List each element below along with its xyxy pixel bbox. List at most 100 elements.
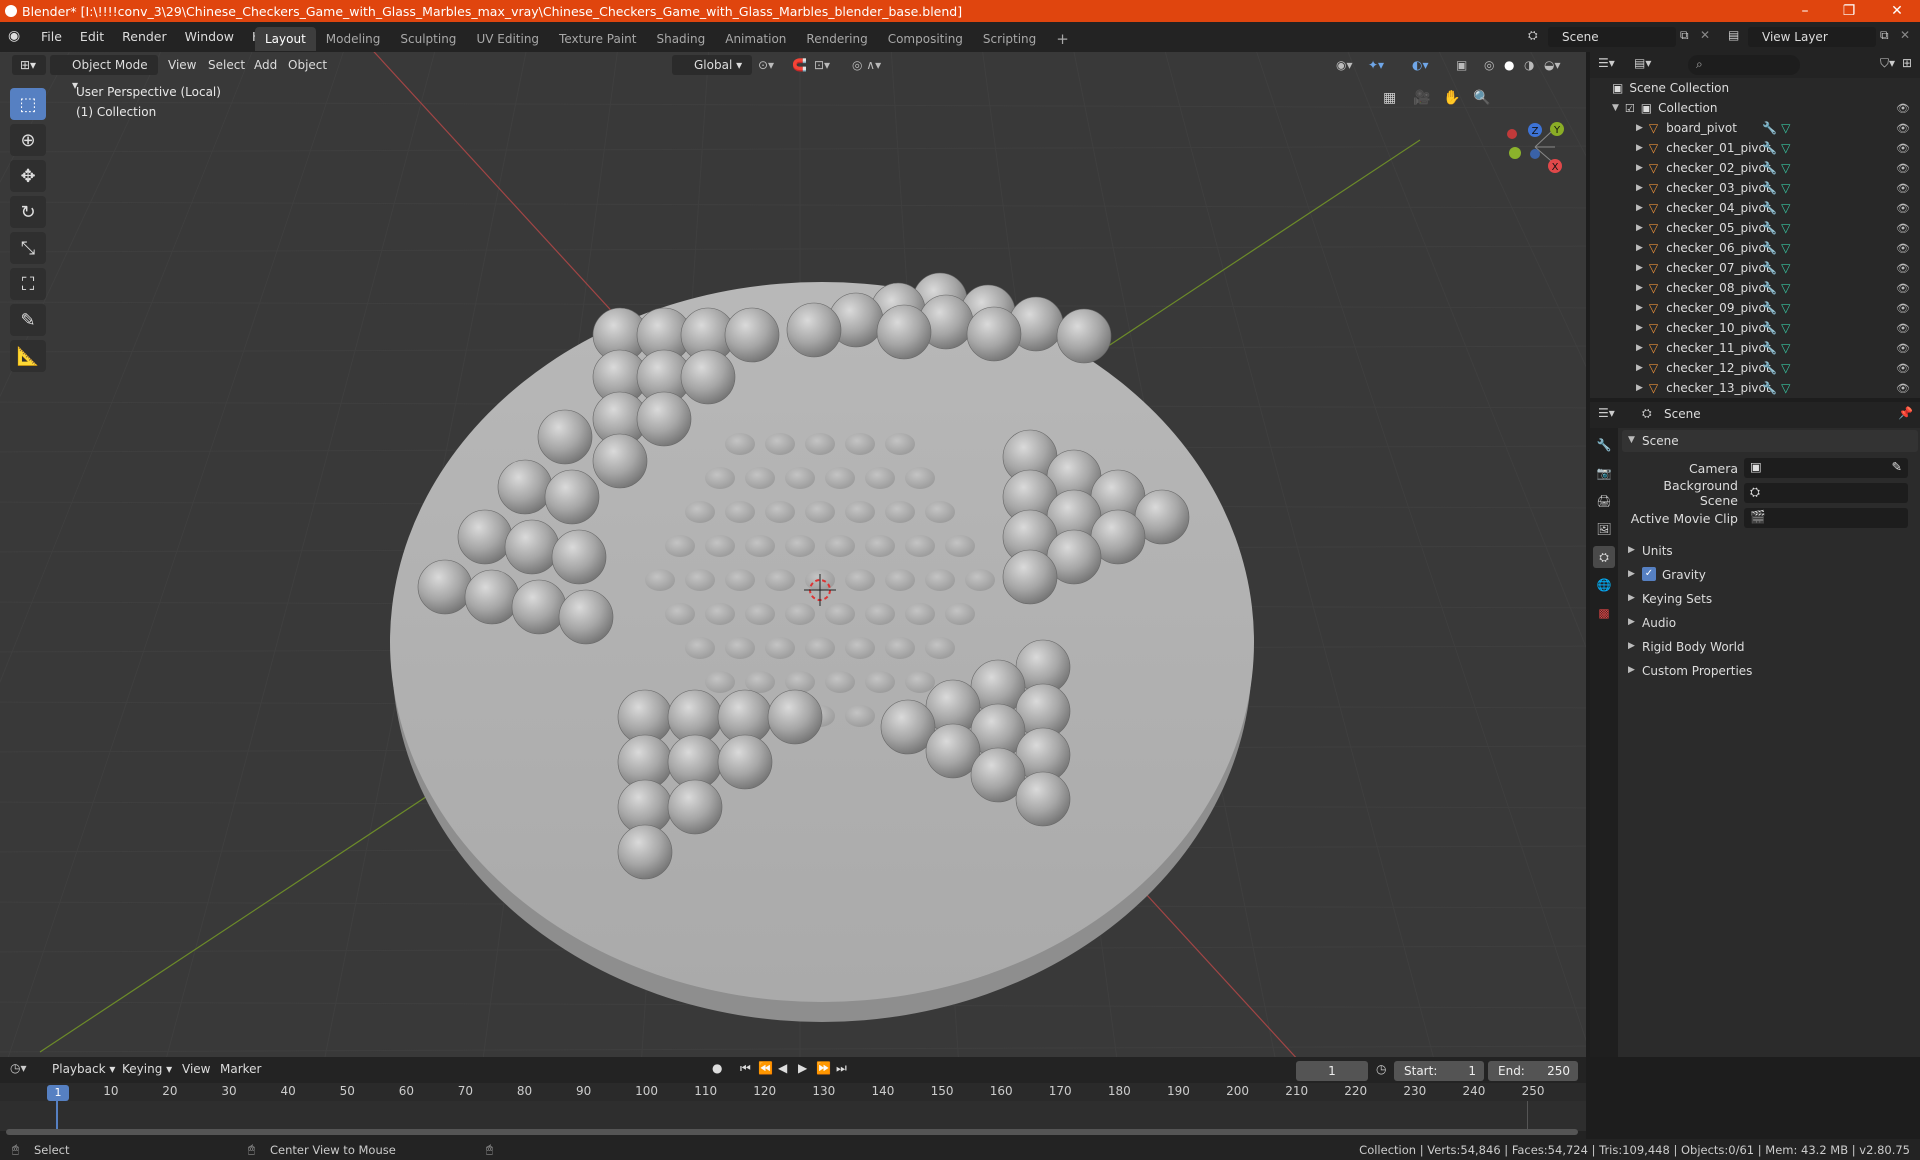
menu-edit[interactable]: Edit	[71, 26, 113, 48]
tab-layout[interactable]: Layout	[255, 27, 316, 51]
pin-icon[interactable]: 📌	[1898, 406, 1913, 420]
wireframe-shading-icon[interactable]: ◎	[1484, 55, 1494, 75]
expand-icon[interactable]: ▶	[1636, 143, 1643, 153]
modifier-icon[interactable]: 🔧	[1762, 201, 1777, 215]
blender-menu-icon[interactable]: ◉	[8, 28, 26, 46]
filter-icon[interactable]: ⛉▾	[1880, 56, 1895, 71]
marble[interactable]	[504, 519, 560, 575]
properties-editor-type-icon[interactable]: ☰▾	[1598, 406, 1615, 420]
measure-icon[interactable]: 📐	[10, 340, 46, 372]
view-layer-tab-icon[interactable]: 🖼	[1593, 518, 1615, 540]
expand-icon[interactable]: ▶	[1636, 223, 1643, 233]
section-keying-sets[interactable]: ▶ Keying Sets	[1622, 588, 1918, 610]
outliner-object-row[interactable]: ▶ ▽ checker_04_pivot 🔧 ▽ 👁	[1590, 198, 1920, 218]
cursor-icon[interactable]: ⊕	[10, 124, 46, 156]
marble[interactable]	[876, 304, 932, 360]
toggle-grid-icon[interactable]: ▦	[1383, 90, 1396, 106]
move-icon[interactable]: ✥	[10, 160, 46, 192]
eye-icon[interactable]: 👁	[1896, 102, 1910, 115]
menu-keying[interactable]: Keying ▾	[122, 1062, 172, 1076]
outliner-object-row[interactable]: ▶ ▽ checker_01_pivot 🔧 ▽ 👁	[1590, 138, 1920, 158]
expand-icon[interactable]: ▶	[1636, 363, 1643, 373]
keyframe-area[interactable]	[0, 1101, 1586, 1131]
mesh-data-icon[interactable]: ▽	[1781, 341, 1790, 355]
delete-view-layer-icon[interactable]: ✕	[1900, 28, 1910, 42]
marble[interactable]	[464, 569, 520, 625]
play-icon[interactable]: ▶	[798, 1061, 807, 1075]
marble[interactable]	[966, 306, 1022, 362]
mesh-data-icon[interactable]: ▽	[1781, 221, 1790, 235]
marble[interactable]	[724, 307, 780, 363]
modifier-icon[interactable]: 🔧	[1762, 361, 1777, 375]
mesh-data-icon[interactable]: ▽	[1781, 181, 1790, 195]
modifier-icon[interactable]: 🔧	[1762, 301, 1777, 315]
tab-compositing[interactable]: Compositing	[878, 27, 973, 51]
menu-select[interactable]: Select	[208, 55, 245, 75]
snap-target-icon[interactable]: ⊡▾	[814, 55, 830, 75]
mesh-data-icon[interactable]: ▽	[1781, 121, 1790, 135]
mesh-data-icon[interactable]: ▽	[1781, 141, 1790, 155]
outliner-object-row[interactable]: ▶ ▽ checker_07_pivot 🔧 ▽ 👁	[1590, 258, 1920, 278]
mesh-data-icon[interactable]: ▽	[1781, 201, 1790, 215]
outliner-collection[interactable]: ▼ ☑ ▣ Collection 👁	[1590, 98, 1920, 118]
outliner-editor-type-icon[interactable]: ☰▾	[1598, 56, 1615, 70]
section-rigid-body-world[interactable]: ▶ Rigid Body World	[1622, 636, 1918, 658]
modifier-icon[interactable]: 🔧	[1762, 241, 1777, 255]
annotate-icon[interactable]: ✎	[10, 304, 46, 336]
view-layer-selector[interactable]: View Layer	[1748, 27, 1876, 47]
marble[interactable]	[497, 459, 553, 515]
end-frame-field[interactable]: End: 250	[1488, 1061, 1578, 1081]
scene-icon[interactable]: ⛭	[1528, 28, 1538, 43]
record-icon[interactable]: ●	[712, 1061, 722, 1075]
tab-modeling[interactable]: Modeling	[316, 27, 391, 51]
modifier-icon[interactable]: 🔧	[1762, 121, 1777, 135]
restore-icon[interactable]: ❐	[1826, 0, 1872, 22]
marble[interactable]	[592, 433, 648, 489]
section-units[interactable]: ▶ Units	[1622, 540, 1918, 562]
play-reverse-icon[interactable]: ◀	[778, 1061, 787, 1075]
outliner-scene-collection[interactable]: ▣ Scene Collection	[1590, 78, 1920, 98]
tab-sculpting[interactable]: Sculpting	[390, 27, 466, 51]
tab-texture-paint[interactable]: Texture Paint	[549, 27, 646, 51]
scene-selector[interactable]: Scene	[1548, 27, 1676, 47]
modifier-icon[interactable]: 🔧	[1762, 221, 1777, 235]
expand-icon[interactable]: ▶	[1636, 283, 1643, 293]
expand-icon[interactable]: ▶	[1636, 203, 1643, 213]
marble[interactable]	[617, 824, 673, 880]
menu-file[interactable]: File	[32, 26, 71, 48]
eye-icon[interactable]: 👁	[1896, 282, 1910, 295]
minimize-icon[interactable]: –	[1782, 0, 1828, 22]
marble[interactable]	[511, 579, 567, 635]
camera-field[interactable]: ▣ ✎	[1744, 458, 1908, 478]
modifier-icon[interactable]: 🔧	[1762, 141, 1777, 155]
outliner-object-row[interactable]: ▶ ▽ checker_13_pivot 🔧 ▽ 👁	[1590, 378, 1920, 398]
section-audio[interactable]: ▶ Audio	[1622, 612, 1918, 634]
select-box-icon[interactable]: ⬚	[10, 88, 46, 120]
jump-end-icon[interactable]: ⏭	[836, 1061, 847, 1076]
outliner-object-row[interactable]: ▶ ▽ checker_08_pivot 🔧 ▽ 👁	[1590, 278, 1920, 298]
proportional-edit-icon[interactable]: ◎ ∧▾	[852, 55, 881, 75]
mesh-data-icon[interactable]: ▽	[1781, 241, 1790, 255]
tab-scripting[interactable]: Scripting	[973, 27, 1046, 51]
outliner-object-row[interactable]: ▶ ▽ checker_06_pivot 🔧 ▽ 👁	[1590, 238, 1920, 258]
eye-icon[interactable]: 👁	[1896, 222, 1910, 235]
snap-icon[interactable]: 🧲	[792, 55, 807, 75]
frame-ruler[interactable]: 10 20 30 40 50 60 70 80 90 100 110 120 130 140 150 160 1…	[0, 1083, 1586, 1101]
expand-icon[interactable]: ▶	[1636, 183, 1643, 193]
modifier-icon[interactable]: 🔧	[1762, 341, 1777, 355]
marble[interactable]	[717, 734, 773, 790]
editor-type-icon[interactable]: ⊞▾	[12, 55, 46, 75]
display-mode-icon[interactable]: ▤▾	[1634, 56, 1651, 70]
render-tab-icon[interactable]: 📷	[1593, 462, 1615, 484]
gizmo-toggle-icon[interactable]: ✦▾	[1368, 55, 1384, 75]
expand-icon[interactable]: ▶	[1636, 163, 1643, 173]
mesh-data-icon[interactable]: ▽	[1781, 261, 1790, 275]
marble[interactable]	[417, 559, 473, 615]
checkbox-icon[interactable]: ☑	[1625, 102, 1635, 115]
preview-range-icon[interactable]: ◷	[1376, 1062, 1386, 1076]
section-custom-properties[interactable]: ▶ Custom Properties	[1622, 660, 1918, 682]
orientation-selector[interactable]: Global ▾	[672, 55, 752, 75]
rotate-icon[interactable]: ↻	[10, 196, 46, 228]
expand-icon[interactable]: ▶	[1636, 343, 1643, 353]
outliner-object-row[interactable]: ▶ ▽ board_pivot 🔧 ▽ 👁	[1590, 118, 1920, 138]
